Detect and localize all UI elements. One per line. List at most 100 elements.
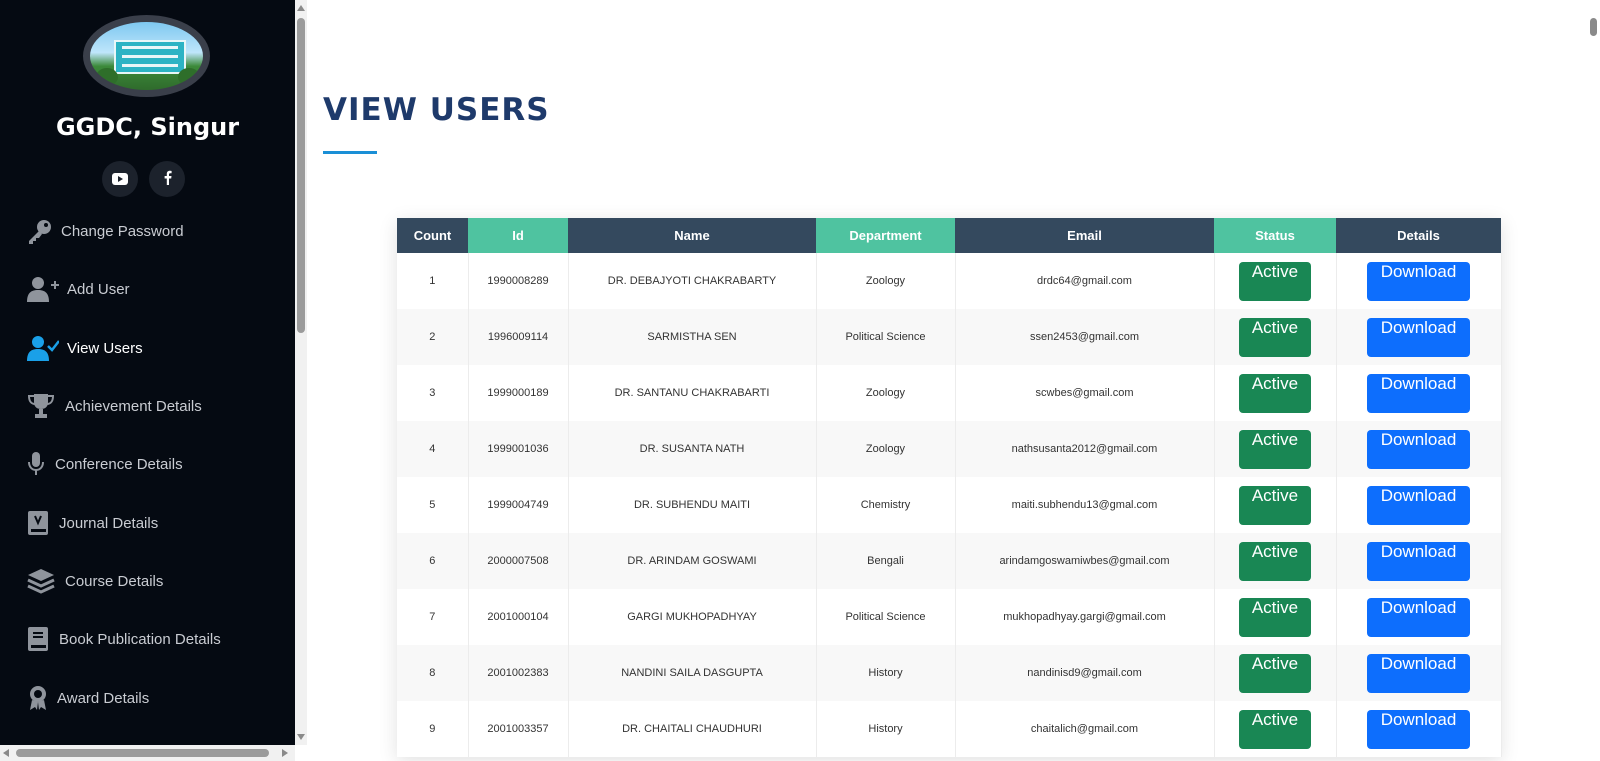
cell-details: Download (1336, 421, 1502, 477)
download-button[interactable]: Download (1367, 429, 1470, 469)
download-button[interactable]: Download (1367, 485, 1470, 525)
sidebar-item-label: Add User (67, 280, 130, 298)
cell-email: arindamgoswamiwbes@gmail.com (955, 533, 1215, 589)
cell-status: Active (1214, 477, 1337, 533)
scroll-right-arrow-icon[interactable] (282, 749, 288, 757)
cell-id: 2000007508 (468, 533, 569, 589)
cell-details: Download (1336, 589, 1502, 645)
sidebar-item-label: Award Details (57, 689, 150, 707)
cell-count: 7 (397, 589, 469, 645)
cell-department: Chemistry (816, 477, 956, 533)
active-status-button[interactable]: Active (1239, 709, 1311, 749)
user-plus-icon (27, 274, 67, 304)
scrollbar-thumb[interactable] (1590, 18, 1597, 36)
table-row: 8 2001002383 NANDINI SAILA DASGUPTA Hist… (397, 645, 1502, 701)
download-button[interactable]: Download (1367, 541, 1470, 581)
sidebar-item-label: Change Password (61, 222, 184, 240)
layers-icon (27, 566, 65, 596)
active-status-button[interactable]: Active (1239, 429, 1311, 469)
trophy-icon (27, 391, 65, 421)
active-status-button[interactable]: Active (1239, 541, 1311, 581)
active-status-button[interactable]: Active (1239, 653, 1311, 693)
cell-count: 2 (397, 309, 469, 365)
cell-email: drdc64@gmail.com (955, 253, 1215, 309)
scrollbar-thumb[interactable] (297, 18, 305, 333)
sidebar-item-add-user[interactable]: Add User (0, 269, 295, 309)
table-row: 9 2001003357 DR. CHAITALI CHAUDHURI Hist… (397, 701, 1502, 757)
cell-status: Active (1214, 589, 1337, 645)
cell-department: History (816, 645, 956, 701)
cell-status: Active (1214, 365, 1337, 421)
active-status-button[interactable]: Active (1239, 485, 1311, 525)
cell-department: Zoology (816, 365, 956, 421)
header-details: Details (1336, 218, 1501, 253)
download-button[interactable]: Download (1367, 317, 1470, 357)
header-id: Id (468, 218, 568, 253)
cell-id: 2001000104 (468, 589, 569, 645)
download-button[interactable]: Download (1367, 261, 1470, 301)
cell-id: 2001002383 (468, 645, 569, 701)
sidebar-item-label: View Users (67, 339, 143, 357)
active-status-button[interactable]: Active (1239, 597, 1311, 637)
table-row: 6 2000007508 DR. ARINDAM GOSWAMI Bengali… (397, 533, 1502, 589)
cell-name: DR. SUSANTA NATH (568, 421, 817, 477)
cell-id: 1999004749 (468, 477, 569, 533)
download-button[interactable]: Download (1367, 373, 1470, 413)
cell-details: Download (1336, 477, 1502, 533)
cell-details: Download (1336, 701, 1502, 757)
scrollbar-thumb[interactable] (16, 749, 269, 757)
sidebar-item-book-publication-details[interactable]: Book Publication Details (0, 619, 295, 659)
cell-id: 1999001036 (468, 421, 569, 477)
cell-details: Download (1336, 645, 1502, 701)
sidebar-item-achievement-details[interactable]: Achievement Details (0, 386, 295, 426)
page: GGDC, Singur Change Password Add User Vi… (0, 0, 1600, 761)
page-vertical-scrollbar[interactable] (1588, 0, 1600, 761)
cell-email: nathsusanta2012@gmail.com (955, 421, 1215, 477)
users-table: Count Id Name Department Email Status De… (397, 218, 1502, 757)
cell-count: 3 (397, 365, 469, 421)
cell-department: Bengali (816, 533, 956, 589)
sidebar-item-view-users[interactable]: View Users (0, 328, 295, 368)
cell-count: 8 (397, 645, 469, 701)
cell-id: 1996009114 (468, 309, 569, 365)
table-row: 1 1990008289 DR. DEBAJYOTI CHAKRABARTY Z… (397, 253, 1502, 309)
active-status-button[interactable]: Active (1239, 317, 1311, 357)
cell-department: Political Science (816, 309, 956, 365)
cell-id: 1999000189 (468, 365, 569, 421)
sidebar-item-journal-details[interactable]: Journal Details (0, 503, 295, 543)
cell-name: DR. ARINDAM GOSWAMI (568, 533, 817, 589)
cell-count: 9 (397, 701, 469, 757)
page-title: VIEW USERS (323, 92, 550, 128)
cell-email: scwbes@gmail.com (955, 365, 1215, 421)
active-status-button[interactable]: Active (1239, 373, 1311, 413)
table-row: 3 1999000189 DR. SANTANU CHAKRABARTI Zoo… (397, 365, 1502, 421)
key-icon (27, 216, 61, 246)
cell-name: DR. SANTANU CHAKRABARTI (568, 365, 817, 421)
active-status-button[interactable]: Active (1239, 261, 1311, 301)
sidebar-item-label: Book Publication Details (59, 630, 221, 648)
cell-email: ssen2453@gmail.com (955, 309, 1215, 365)
youtube-link[interactable] (102, 161, 138, 197)
scroll-up-arrow-icon[interactable] (297, 5, 305, 11)
cell-count: 5 (397, 477, 469, 533)
cell-details: Download (1336, 365, 1502, 421)
sidebar-item-award-details[interactable]: Award Details (0, 678, 295, 718)
cell-email: maiti.subhendu13@gmal.com (955, 477, 1215, 533)
cell-status: Active (1214, 253, 1337, 309)
cell-details: Download (1336, 309, 1502, 365)
sidebar-item-change-password[interactable]: Change Password (0, 211, 295, 251)
sidebar-horizontal-scrollbar[interactable] (0, 745, 295, 761)
sidebar-item-conference-details[interactable]: Conference Details (0, 444, 295, 484)
brand-name: GGDC, Singur (55, 113, 240, 141)
facebook-link[interactable] (149, 161, 185, 197)
download-button[interactable]: Download (1367, 597, 1470, 637)
scroll-down-arrow-icon[interactable] (297, 734, 305, 740)
download-button[interactable]: Download (1367, 709, 1470, 749)
journal-icon (27, 508, 59, 538)
table-row: 4 1999001036 DR. SUSANTA NATH Zoology na… (397, 421, 1502, 477)
header-department: Department (816, 218, 955, 253)
sidebar-item-course-details[interactable]: Course Details (0, 561, 295, 601)
scroll-left-arrow-icon[interactable] (3, 749, 9, 757)
download-button[interactable]: Download (1367, 653, 1470, 693)
sidebar-vertical-scrollbar[interactable] (295, 0, 307, 745)
